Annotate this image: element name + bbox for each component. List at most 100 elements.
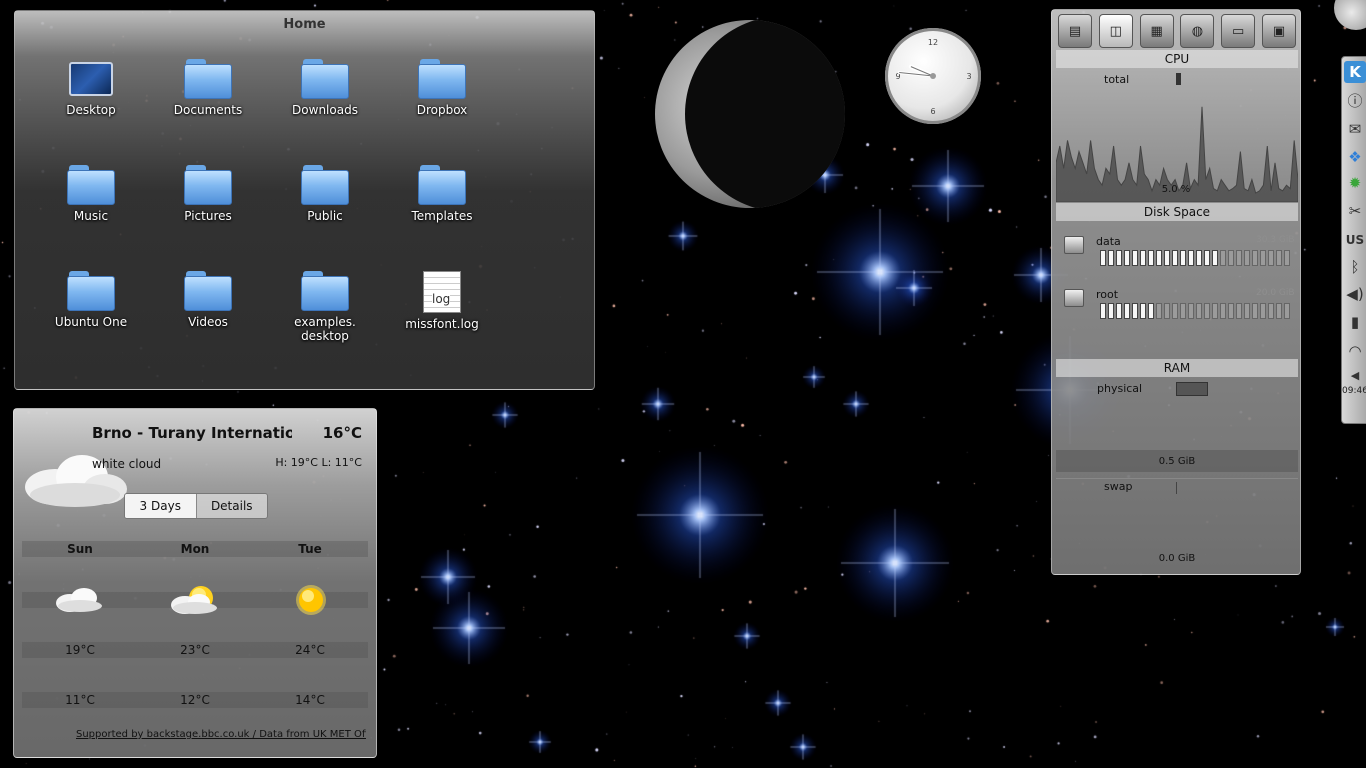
folder-icon bbox=[301, 271, 349, 311]
weather-location: Brno - Turany International bbox=[92, 424, 292, 442]
file-item[interactable]: Templates bbox=[390, 165, 494, 224]
disk-usage-meter bbox=[1100, 303, 1290, 321]
disk-meter-segment bbox=[1212, 303, 1218, 319]
dropbox-icon[interactable]: ❖ bbox=[1344, 146, 1366, 168]
folder-icon bbox=[67, 271, 115, 311]
file-item[interactable]: Documents bbox=[156, 59, 260, 118]
tab-3-days[interactable]: 3 Days bbox=[125, 494, 197, 518]
file-item-label: missfont.log bbox=[405, 317, 479, 331]
disk-meter-segment bbox=[1268, 250, 1274, 266]
disk-meter-segment bbox=[1156, 250, 1162, 266]
bluetooth-icon[interactable]: ᛒ bbox=[1344, 256, 1366, 278]
folder-icon bbox=[184, 165, 232, 205]
folder-icon bbox=[418, 59, 466, 99]
panel-clock[interactable]: 09:46 bbox=[1342, 386, 1366, 396]
network-monitor-icon[interactable]: ▤ bbox=[1058, 14, 1092, 48]
file-item[interactable]: Music bbox=[39, 165, 143, 224]
disk-meter-segment bbox=[1244, 303, 1250, 319]
cloud-icon bbox=[171, 594, 217, 614]
file-item[interactable]: Public bbox=[273, 165, 377, 224]
log-file-icon-text: log bbox=[432, 292, 451, 306]
mail-icon[interactable]: ✉ bbox=[1344, 118, 1366, 140]
forecast-day-name: Mon bbox=[180, 542, 210, 556]
disk-meter-segment bbox=[1260, 303, 1266, 319]
disk-name: root bbox=[1096, 288, 1119, 301]
clipboard-scissors-icon[interactable]: ✂ bbox=[1344, 200, 1366, 222]
forecast-day-name: Tue bbox=[298, 542, 322, 556]
clock-center-pin bbox=[930, 73, 936, 79]
disk-meter-segment bbox=[1236, 303, 1242, 319]
file-item-label: Public bbox=[307, 209, 343, 223]
disk-meter-segment bbox=[1164, 303, 1170, 319]
file-item[interactable]: Videos bbox=[156, 271, 260, 330]
disk-meter-segment bbox=[1260, 250, 1266, 266]
clock-numeral-3: 3 bbox=[966, 72, 971, 81]
battery-icon[interactable]: ▮ bbox=[1344, 311, 1366, 333]
disk-meter-segment bbox=[1132, 303, 1138, 319]
disk-meter-segment bbox=[1220, 250, 1226, 266]
globe-icon[interactable]: ◍ bbox=[1180, 14, 1215, 48]
wifi-icon[interactable]: ◠ bbox=[1344, 340, 1366, 362]
disk-meter-segment bbox=[1116, 303, 1122, 319]
disk-meter-segment bbox=[1196, 250, 1202, 266]
file-item[interactable]: Ubuntu One bbox=[39, 271, 143, 330]
folder-icon bbox=[418, 165, 466, 205]
display-icon[interactable]: ▭ bbox=[1221, 14, 1256, 48]
file-item[interactable]: Desktop bbox=[39, 59, 143, 118]
info-icon[interactable]: ⓘ bbox=[1344, 90, 1366, 112]
disk-meter-segment bbox=[1212, 250, 1218, 266]
file-item[interactable]: Dropbox bbox=[390, 59, 494, 118]
disk-meter-segment bbox=[1100, 303, 1106, 319]
hard-disk-icon[interactable]: ◫ bbox=[1098, 14, 1133, 48]
folder-icon bbox=[184, 271, 232, 311]
disk-meter-segment bbox=[1228, 303, 1234, 319]
ram-swap-label: swap bbox=[1104, 480, 1133, 493]
kde-launcher-icon[interactable]: K bbox=[1344, 61, 1366, 83]
disk-meter-segment bbox=[1188, 303, 1194, 319]
file-item[interactable]: Downloads bbox=[273, 59, 377, 118]
disk-meter-segment bbox=[1132, 250, 1138, 266]
disk-meter-segment bbox=[1180, 250, 1186, 266]
moon-phase-widget bbox=[655, 20, 845, 208]
file-item[interactable]: examples. desktop bbox=[273, 271, 377, 344]
file-item-label: Dropbox bbox=[416, 103, 468, 117]
keyboard-layout-indicator[interactable]: US bbox=[1344, 229, 1366, 251]
forecast-high-temp: 23°C bbox=[180, 643, 210, 657]
weather-high-low: H: 19°C L: 11°C bbox=[275, 456, 362, 469]
disk-meter-segment bbox=[1188, 250, 1194, 266]
updates-icon[interactable]: ✹ bbox=[1344, 172, 1366, 194]
file-item[interactable]: log missfont.log bbox=[390, 271, 494, 332]
disk-meter-segment bbox=[1148, 303, 1154, 319]
weather-condition: white cloud bbox=[92, 457, 162, 471]
volume-icon[interactable]: ◀) bbox=[1344, 283, 1366, 305]
disk-section-title: Disk Space bbox=[1056, 203, 1298, 221]
disk-name: data bbox=[1096, 235, 1121, 248]
file-item-label: Templates bbox=[411, 209, 473, 223]
disk-meter-segment bbox=[1284, 250, 1290, 266]
analog-clock-widget[interactable]: 12 3 6 9 bbox=[885, 28, 981, 124]
disk-meter-segment bbox=[1116, 250, 1122, 266]
tab-details[interactable]: Details bbox=[197, 494, 268, 518]
disk-meter-segment bbox=[1140, 250, 1146, 266]
disk-meter-segment bbox=[1244, 250, 1250, 266]
hardware-icon[interactable]: ▦ bbox=[1139, 14, 1174, 48]
file-item-label: Videos bbox=[188, 315, 228, 329]
disk-meter-segment bbox=[1148, 250, 1154, 266]
disk-meter-segment bbox=[1268, 303, 1274, 319]
cpu-chip-icon[interactable]: ▣ bbox=[1261, 14, 1296, 48]
disk-meter-segment bbox=[1236, 250, 1242, 266]
disk-meter-segment bbox=[1100, 250, 1106, 266]
collapse-arrow-icon[interactable]: ◀ bbox=[1344, 365, 1366, 387]
ram-physical-label: physical bbox=[1097, 382, 1143, 395]
disk-meter-segment bbox=[1284, 303, 1290, 319]
hard-disk-icon bbox=[1064, 236, 1084, 254]
folder-icon bbox=[301, 165, 349, 205]
disk-meter-segment bbox=[1180, 303, 1186, 319]
system-monitor-widget: ▤ ◫ ▦ ◍ ▭ ▣ CPU total 5.0 % Disk Space d… bbox=[1051, 9, 1301, 575]
file-item[interactable]: Pictures bbox=[156, 165, 260, 224]
forecast-low-temp: 14°C bbox=[295, 693, 325, 707]
weather-credit-link[interactable]: Supported by backstage.bbc.co.uk / Data … bbox=[76, 729, 366, 740]
folder-view-widget: Home Desktop Documents Downloads Dropbox Mus… bbox=[14, 10, 595, 390]
folder-icon bbox=[184, 59, 232, 99]
disk-usage-meter bbox=[1100, 250, 1290, 268]
